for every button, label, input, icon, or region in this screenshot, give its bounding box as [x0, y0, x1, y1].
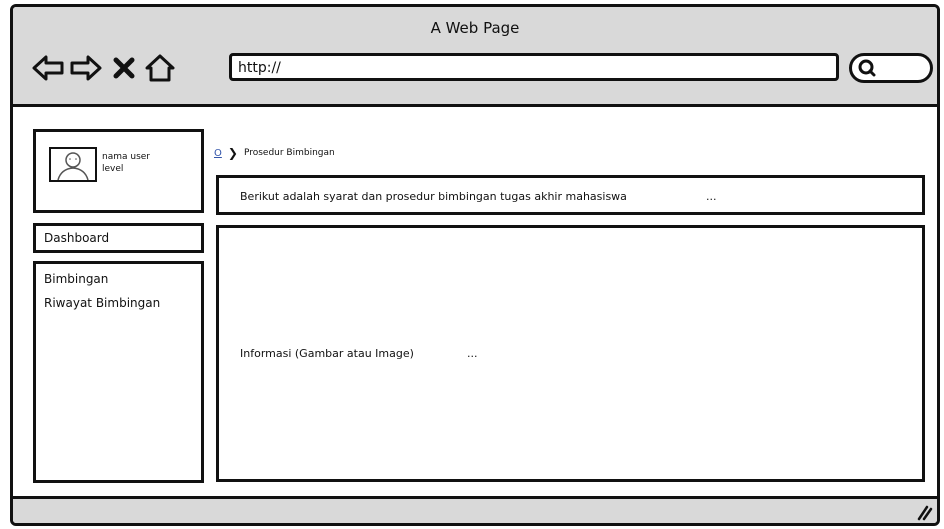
notice-ellipsis: ...: [706, 190, 717, 203]
search-icon: [858, 59, 876, 77]
resize-handle-icon[interactable]: [913, 501, 933, 521]
window-title: A Web Page: [430, 19, 520, 37]
user-profile-card: nama user level: [33, 129, 204, 213]
user-avatar-icon: [49, 147, 97, 182]
content-placeholder-text: Informasi (Gambar atau Image): [240, 347, 414, 360]
forward-arrow-icon[interactable]: [69, 53, 103, 83]
close-icon[interactable]: [111, 53, 137, 83]
search-box[interactable]: [849, 53, 933, 83]
browser-toolbar: A Web Page http://: [13, 7, 937, 107]
notice-text: Berikut adalah syarat dan prosedur bimbi…: [240, 190, 627, 203]
content-panel: Informasi (Gambar atau Image) ...: [216, 225, 925, 482]
breadcrumb: O ❯ Prosedur Bimbingan: [214, 146, 335, 160]
breadcrumb-home-link[interactable]: O: [214, 148, 222, 159]
browser-window: A Web Page http:// nama user level Dashb…: [10, 4, 940, 526]
sidebar-menu: Bimbingan Riwayat Bimbingan: [33, 261, 204, 483]
sidebar-item-dashboard[interactable]: Dashboard: [33, 223, 204, 253]
home-icon[interactable]: [143, 53, 177, 83]
user-level: level: [102, 164, 124, 174]
breadcrumb-current: Prosedur Bimbingan: [243, 148, 335, 158]
sidebar-item-riwayat-bimbingan[interactable]: Riwayat Bimbingan: [44, 296, 160, 310]
content-ellipsis: ...: [467, 347, 478, 360]
url-input[interactable]: http://: [229, 53, 839, 81]
sidebar-item-bimbingan[interactable]: Bimbingan: [44, 272, 108, 286]
sidebar-item-label: Dashboard: [44, 231, 110, 245]
user-name: nama user: [102, 152, 150, 162]
status-bar: [13, 496, 937, 523]
notice-panel: Berikut adalah syarat dan prosedur bimbi…: [216, 175, 925, 215]
chevron-right-icon: ❯: [227, 146, 238, 160]
back-arrow-icon[interactable]: [31, 53, 65, 83]
